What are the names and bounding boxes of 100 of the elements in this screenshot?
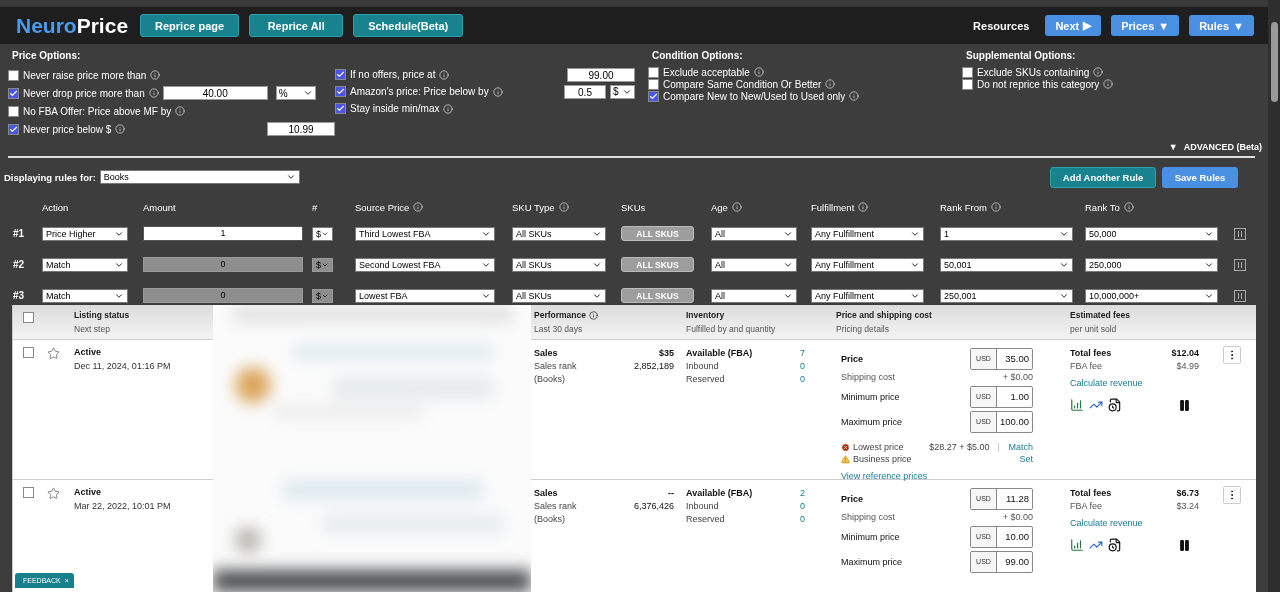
info-icon (1103, 79, 1114, 89)
resources-link[interactable]: Resources (973, 19, 1030, 32)
section-title: Supplemental Options: (966, 50, 1077, 62)
document-clock-icon[interactable] (1108, 398, 1122, 412)
column-title: Price and shipping cost (836, 310, 932, 320)
pause-icon[interactable] (1178, 398, 1191, 412)
reference-prices-link[interactable]: View reference prices (841, 471, 928, 481)
checkbox[interactable] (335, 103, 346, 114)
option-label: Exclude SKUs containing (977, 66, 1090, 78)
inventory-label: Available (FBA) (686, 487, 753, 498)
source-price-dropdown[interactable]: Third Lowest FBA (355, 226, 495, 241)
add-rule-button[interactable]: Add Another Rule (1050, 166, 1156, 188)
alert-action-link[interactable]: Set (1019, 454, 1033, 464)
fulfillment-dropdown[interactable]: Any Fulfillment (811, 226, 924, 241)
row-checkbox[interactable] (23, 487, 34, 498)
toolbar-button[interactable]: Reprice All (249, 14, 344, 37)
columns-icon[interactable] (1234, 289, 1246, 302)
row-checkbox[interactable] (23, 347, 34, 358)
age-dropdown[interactable]: All (711, 226, 797, 241)
rank-from-dropdown[interactable]: 50,001 (940, 257, 1073, 272)
info-icon (150, 70, 161, 80)
age-dropdown[interactable]: All (711, 257, 797, 272)
info-icon (588, 310, 598, 320)
checkbox[interactable] (8, 87, 19, 99)
columns-icon[interactable] (1234, 227, 1246, 240)
document-clock-icon[interactable] (1108, 538, 1122, 552)
fee-label: FBA fee (1070, 500, 1103, 511)
checkbox[interactable] (8, 69, 19, 81)
inventory-count[interactable]: 0 (800, 360, 805, 371)
column-title: Estimated fees (1070, 310, 1130, 320)
info-icon (439, 69, 450, 80)
price-label: Minimum price (841, 531, 900, 542)
sku-type-dropdown[interactable]: All SKUs (512, 226, 606, 241)
inventory-count[interactable]: 0 (800, 513, 805, 524)
checkbox[interactable] (648, 90, 659, 102)
info-icon (148, 88, 159, 98)
calculate-revenue-link[interactable]: Calculate revenue (1070, 518, 1143, 528)
column-title: Listing status (74, 310, 131, 320)
action-dropdown[interactable]: Price Higher (42, 226, 128, 241)
select-all-checkbox[interactable] (23, 312, 34, 323)
alert-action-link[interactable]: Match (1008, 442, 1033, 452)
value-input[interactable]: 10.99 (267, 122, 335, 136)
checkbox[interactable] (648, 78, 659, 90)
option-label: Never drop price more than (23, 87, 145, 99)
rank-from-dropdown[interactable]: 250,001 (940, 288, 1073, 303)
unit-dropdown[interactable]: $ (610, 84, 635, 99)
rank-from-dropdown[interactable]: 1 (940, 226, 1073, 241)
inventory-count[interactable]: 0 (800, 373, 805, 384)
inventory-count[interactable]: 0 (800, 500, 805, 511)
unit-dropdown[interactable]: $ (312, 226, 333, 241)
fulfillment-dropdown[interactable]: Any Fulfillment (811, 257, 924, 272)
pause-icon[interactable] (1178, 538, 1191, 552)
value-input[interactable]: 40.00 (162, 86, 268, 100)
checkbox[interactable] (8, 123, 19, 135)
inventory-label: Inbound (686, 360, 719, 371)
bar-chart-icon[interactable] (1070, 398, 1084, 412)
inventory-count[interactable]: 7 (800, 347, 805, 358)
more-button[interactable] (1223, 346, 1241, 364)
unit-dropdown[interactable]: % (275, 86, 316, 100)
value-input[interactable]: 99.00 (567, 67, 635, 82)
category-dropdown[interactable]: Books (99, 170, 300, 184)
age-dropdown[interactable]: All (711, 288, 797, 303)
scrollbar[interactable] (1268, 0, 1280, 592)
unit-dropdown[interactable]: $ (312, 257, 333, 272)
fee-label: Total fees (1070, 487, 1112, 498)
rank-to-dropdown[interactable]: 10,000,000+ (1085, 288, 1218, 303)
toolbar-button[interactable]: Schedule(Beta) (353, 14, 464, 37)
value-input[interactable]: 0.5 (564, 84, 606, 99)
checkbox[interactable] (8, 105, 19, 117)
inventory-count[interactable]: 2 (800, 487, 805, 498)
fulfillment-dropdown[interactable]: Any Fulfillment (811, 288, 924, 303)
checkbox[interactable] (962, 66, 973, 78)
action-dropdown[interactable]: Match (42, 288, 128, 303)
checkbox[interactable] (335, 86, 346, 97)
toolbar-button[interactable]: Reprice page (140, 14, 240, 37)
sku-type-dropdown[interactable]: All SKUs (512, 257, 606, 272)
unit-dropdown[interactable]: $ (312, 288, 333, 303)
calculate-revenue-link[interactable]: Calculate revenue (1070, 378, 1143, 388)
columns-icon[interactable] (1234, 258, 1246, 271)
checkbox[interactable] (335, 69, 346, 80)
source-price-dropdown[interactable]: Second Lowest FBA (355, 257, 495, 272)
rank-to-dropdown[interactable]: 250,000 (1085, 257, 1218, 272)
bar-chart-icon[interactable] (1070, 538, 1084, 552)
alert-label: Business price (853, 454, 912, 464)
star-icon[interactable] (47, 347, 60, 360)
star-icon[interactable] (47, 487, 60, 500)
amount-input[interactable]: 1 (143, 226, 303, 241)
inventory-label: Reserved (686, 373, 725, 384)
section-title: Condition Options: (652, 50, 744, 62)
more-button[interactable] (1223, 486, 1241, 504)
advanced-toggle[interactable]: ▼ ADVANCED (Beta) (8, 140, 1268, 154)
checkbox[interactable] (962, 78, 973, 90)
metric-value: $35 (658, 347, 674, 358)
sku-type-dropdown[interactable]: All SKUs (512, 288, 606, 303)
rank-to-dropdown[interactable]: 50,000 (1085, 226, 1218, 241)
checkbox[interactable] (648, 66, 659, 78)
source-price-dropdown[interactable]: Lowest FBA (355, 288, 495, 303)
action-dropdown[interactable]: Match (42, 257, 128, 272)
metric-label: (Books) (534, 513, 565, 524)
filter-label: Displaying rules for: (4, 171, 96, 183)
